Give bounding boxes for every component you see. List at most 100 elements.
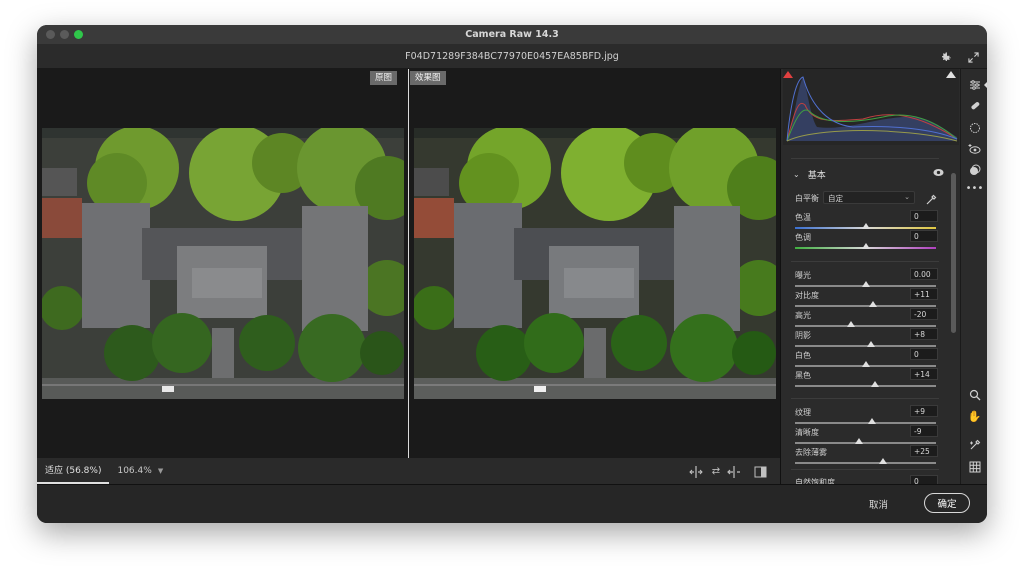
chevron-down-icon[interactable]: ▼ xyxy=(158,467,163,475)
slider-value-input[interactable]: -20 xyxy=(910,308,938,320)
slider-row: 黑色 +14 xyxy=(795,368,940,390)
slider-row: 阴影 +8 xyxy=(795,328,940,350)
edit-sliders-icon[interactable] xyxy=(967,77,982,92)
after-label: 效果图 xyxy=(410,71,446,85)
toggle-compare-icon[interactable] xyxy=(753,465,767,478)
slider-thumb[interactable] xyxy=(868,418,876,424)
slider-value-input[interactable]: +25 xyxy=(910,445,938,457)
basic-section-header[interactable]: ⌄ 基本 xyxy=(781,163,951,185)
panel-indicator-icon xyxy=(984,82,987,88)
divider xyxy=(791,469,939,470)
slider-thumb[interactable] xyxy=(862,223,870,229)
grid-icon[interactable] xyxy=(967,459,982,474)
highlight-clipping-warning[interactable] xyxy=(946,71,956,78)
slider-label: 清晰度 xyxy=(795,428,819,437)
zoom-window-button[interactable] xyxy=(74,30,83,39)
zoom-tool-icon[interactable] xyxy=(967,387,982,402)
slider-track[interactable] xyxy=(795,422,936,424)
divider xyxy=(791,398,939,399)
ok-button[interactable]: 确定 xyxy=(924,493,970,513)
slider-row: 对比度 +11 xyxy=(795,288,940,310)
slider-track[interactable] xyxy=(795,305,936,307)
slider-thumb[interactable] xyxy=(855,438,863,444)
color-sampler-icon[interactable] xyxy=(967,437,982,452)
slider-value-input[interactable]: +9 xyxy=(910,405,938,417)
slider-label: 色调 xyxy=(795,233,811,242)
eyedropper-icon[interactable] xyxy=(925,191,937,210)
cancel-button[interactable]: 取消 xyxy=(869,497,888,511)
slider-label: 色温 xyxy=(795,213,811,222)
chevron-down-icon[interactable]: ⌄ xyxy=(793,170,800,179)
slider-row: 去除薄雾 +25 xyxy=(795,445,940,467)
minimize-window-button[interactable] xyxy=(60,30,69,39)
slider-thumb[interactable] xyxy=(862,281,870,287)
preview-toolbar: 适应 (56.8%) 106.4% ▼ ⇄ xyxy=(37,458,780,484)
white-balance-value: 自定 xyxy=(828,194,843,203)
presets-icon[interactable] xyxy=(967,162,982,177)
slider-thumb[interactable] xyxy=(862,361,870,367)
file-name: F04D71289F384BC77970E0457EA85BFD.jpg xyxy=(405,50,619,62)
dialog-footer: 取消 确定 xyxy=(37,484,987,523)
slider-label: 对比度 xyxy=(795,291,819,300)
slider-value-input[interactable]: 0 xyxy=(910,210,938,222)
slider-label: 阴影 xyxy=(795,331,811,340)
slider-track[interactable] xyxy=(795,345,936,347)
hand-tool-icon[interactable]: ✋ xyxy=(967,409,982,424)
healing-brush-icon[interactable] xyxy=(967,98,982,113)
mask-icon[interactable] xyxy=(967,120,982,135)
divider xyxy=(791,158,939,159)
expand-icon[interactable] xyxy=(965,49,981,65)
slider-value-input[interactable]: +11 xyxy=(910,288,938,300)
white-balance-select[interactable]: 自定 ⌄ xyxy=(823,191,915,204)
copy-settings-icon[interactable] xyxy=(727,465,741,478)
slider-label: 自然饱和度 xyxy=(795,478,835,484)
slider-track[interactable] xyxy=(795,442,936,444)
slider-thumb[interactable] xyxy=(869,301,877,307)
close-window-button[interactable] xyxy=(46,30,55,39)
slider-value-input[interactable]: 0 xyxy=(910,230,938,242)
slider-thumb[interactable] xyxy=(862,243,870,249)
more-options-icon[interactable]: ••• xyxy=(966,181,984,196)
slider-label: 白色 xyxy=(795,351,811,360)
white-balance-label: 白平衡 xyxy=(795,194,819,203)
slider-thumb[interactable] xyxy=(867,341,875,347)
slider-track[interactable] xyxy=(795,462,936,464)
white-balance-row: 白平衡 自定 ⌄ xyxy=(795,191,940,205)
slider-thumb[interactable] xyxy=(871,381,879,387)
chevron-down-icon: ⌄ xyxy=(904,193,910,201)
before-label: 原图 xyxy=(370,71,398,85)
section-title: 基本 xyxy=(807,170,826,181)
slider-row: 色温 0 xyxy=(795,210,940,232)
histogram xyxy=(783,69,959,145)
slider-value-input[interactable]: 0 xyxy=(910,348,938,360)
slider-row: 曝光 0.00 xyxy=(795,268,940,290)
slider-track[interactable] xyxy=(795,385,936,387)
slider-row: 白色 0 xyxy=(795,348,940,370)
slider-row: 色调 0 xyxy=(795,230,940,252)
slider-value-input[interactable]: -9 xyxy=(910,425,938,437)
fit-zoom-button[interactable]: 适应 (56.8%) xyxy=(37,458,110,484)
slider-thumb[interactable] xyxy=(847,321,855,327)
split-divider[interactable] xyxy=(408,69,409,458)
file-bar: F04D71289F384BC77970E0457EA85BFD.jpg xyxy=(37,44,987,69)
red-eye-icon[interactable] xyxy=(967,141,982,156)
gear-icon[interactable] xyxy=(937,49,953,65)
slider-label: 去除薄雾 xyxy=(795,448,827,457)
before-after-view-icon[interactable] xyxy=(689,465,703,478)
tool-strip: ••• ✋ xyxy=(960,69,987,484)
swap-icon[interactable]: ⇄ xyxy=(709,465,723,478)
panel-scrollbar[interactable] xyxy=(951,173,956,333)
slider-thumb[interactable] xyxy=(879,458,887,464)
slider-label: 纹理 xyxy=(795,408,811,417)
eye-icon[interactable] xyxy=(933,168,944,180)
slider-value-input[interactable]: 0.00 xyxy=(910,268,938,280)
shadow-clipping-warning[interactable] xyxy=(783,71,793,78)
slider-value-input[interactable]: 0 xyxy=(910,475,938,484)
slider-track[interactable] xyxy=(795,325,936,327)
slider-value-input[interactable]: +14 xyxy=(910,368,938,380)
slider-row: 纹理 +9 xyxy=(795,405,940,427)
slider-value-input[interactable]: +8 xyxy=(910,328,938,340)
zoom-level[interactable]: 106.4% xyxy=(117,466,151,476)
image-preview-area[interactable]: 原图 效果图 xyxy=(37,69,780,458)
divider xyxy=(791,261,939,262)
